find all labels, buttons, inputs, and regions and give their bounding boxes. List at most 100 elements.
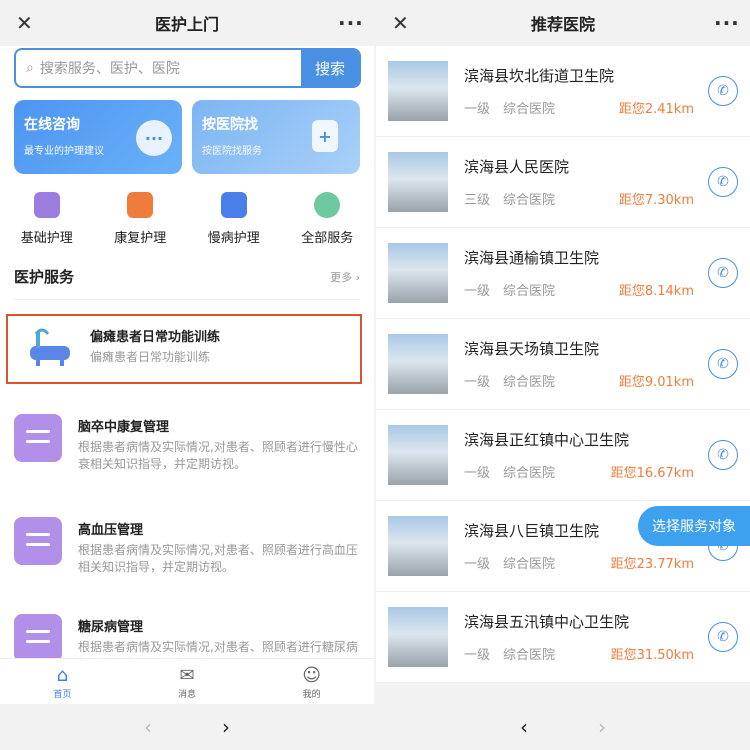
level-text: 一级 <box>464 466 491 481</box>
right-title-bar: ✕ 推荐医院 ··· <box>376 0 750 46</box>
select-service-target-button[interactable]: 选择服务对象 <box>638 506 750 546</box>
close-icon[interactable]: ✕ <box>392 11 412 35</box>
tab-home[interactable]: ⌂ 首页 <box>0 659 125 704</box>
level-text: 三级 <box>464 193 491 208</box>
mail-icon: ✉ <box>179 665 195 686</box>
type-text: 综合医院 <box>503 102 556 117</box>
more-options-icon[interactable]: ··· <box>714 11 739 35</box>
left-screen: ✕ 医护上门 ··· ⌕ 搜索服务、医护、医院 搜索 在线咨询 最专业的护理建议… <box>0 0 374 750</box>
type-text: 综合医院 <box>503 375 556 390</box>
hospital-row[interactable]: 滨海县正红镇中心卫生院 一级 综合医院 距您16.67km ✆ <box>376 410 750 501</box>
category-label: 慢病护理 <box>207 231 260 246</box>
hospital-row[interactable]: 滨海县通榆镇卫生院 一级 综合医院 距您8.14km ✆ <box>376 228 750 319</box>
all-services-icon <box>314 192 341 218</box>
search-icon: ⌕ <box>26 60 34 76</box>
phone-icon[interactable]: ✆ <box>708 76 738 106</box>
hospital-name: 滨海县五汛镇中心卫生院 <box>464 613 630 631</box>
browser-nav-bar: ‹ › <box>0 704 374 750</box>
phone-icon[interactable]: ✆ <box>708 167 738 197</box>
service-desc: 根据患者病情及实际情况,对患者、照顾者进行高血压相关知识指导，并定期访视。 <box>78 543 358 574</box>
hospital-row[interactable]: 滨海县坎北街道卫生院 一级 综合医院 距您2.41km ✆ <box>376 46 750 137</box>
service-item[interactable]: 高血压管理 根据患者病情及实际情况,对患者、照顾者进行高血压相关知识指导，并定期… <box>14 507 360 586</box>
chronic-care-icon <box>220 192 247 218</box>
hospital-photo <box>388 425 448 485</box>
section-title: 医护服务 <box>14 268 75 286</box>
hospital-level: 一级 综合医院 <box>464 98 555 117</box>
rehab-care-icon <box>127 192 154 218</box>
service-title: 糖尿病管理 <box>78 620 144 635</box>
hospital-photo <box>388 334 448 394</box>
online-consult-card[interactable]: 在线咨询 最专业的护理建议 ··· <box>14 100 182 174</box>
hospital-level: 三级 综合医院 <box>464 189 555 208</box>
find-by-hospital-card[interactable]: 按医院找 按医院找服务 + <box>192 100 360 174</box>
forward-arrow-icon[interactable]: › <box>598 715 606 739</box>
tab-profile[interactable]: ☺ 我的 <box>249 659 374 704</box>
basic-care-icon <box>33 192 60 218</box>
category-label: 康复护理 <box>114 231 167 246</box>
clipboard-icon <box>14 614 62 662</box>
search-button[interactable]: 搜索 <box>301 50 359 86</box>
tab-messages[interactable]: ✉ 消息 <box>125 659 250 704</box>
category-rehab-care[interactable]: 康复护理 <box>94 192 188 246</box>
tab-label: 我的 <box>302 690 321 700</box>
phone-icon[interactable]: ✆ <box>708 349 738 379</box>
hospital-level: 一级 综合医院 <box>464 553 555 572</box>
chat-bubble-icon: ··· <box>136 120 172 156</box>
service-item[interactable]: 脑卒中康复管理 根据患者病情及实际情况,对患者、照顾者进行慢性心衰相关知识指导，… <box>14 404 360 483</box>
type-text: 综合医院 <box>503 466 556 481</box>
phone-icon[interactable]: ✆ <box>708 622 738 652</box>
home-icon: ⌂ <box>56 665 69 686</box>
type-text: 综合医院 <box>503 648 556 663</box>
hospital-photo <box>388 243 448 303</box>
close-icon[interactable]: ✕ <box>16 11 36 35</box>
more-options-icon[interactable]: ··· <box>338 11 363 35</box>
browser-nav-bar: ‹ › <box>376 704 750 750</box>
hospital-name: 滨海县坎北街道卫生院 <box>464 67 615 85</box>
search-bar: ⌕ 搜索服务、医护、医院 搜索 <box>14 48 361 88</box>
hospital-row[interactable]: 滨海县天场镇卫生院 一级 综合医院 距您9.01km ✆ <box>376 319 750 410</box>
hospital-distance: 距您23.77km <box>610 557 694 572</box>
hospital-distance: 距您2.41km <box>618 102 694 117</box>
phone-icon[interactable]: ✆ <box>708 440 738 470</box>
user-icon: ☺ <box>302 665 322 686</box>
medical-kit-icon: + <box>312 120 338 152</box>
service-desc: 根据患者病情及实际情况,对患者、照顾者进行慢性心衰相关知识指导，并定期访视。 <box>78 440 358 471</box>
back-arrow-icon[interactable]: ‹ <box>144 715 152 739</box>
hospital-distance: 距您16.67km <box>610 466 694 481</box>
hospital-photo <box>388 516 448 576</box>
level-text: 一级 <box>464 557 491 572</box>
service-item-selected[interactable]: 偏瘫患者日常功能训练 偏瘫患者日常功能训练 <box>6 314 362 384</box>
level-text: 一级 <box>464 102 491 117</box>
hospital-distance: 距您8.14km <box>618 284 694 299</box>
hospital-distance: 距您9.01km <box>618 375 694 390</box>
forward-arrow-icon[interactable]: › <box>222 715 230 739</box>
hospital-level: 一级 综合医院 <box>464 462 555 481</box>
hospital-row[interactable]: 滨海县人民医院 三级 综合医院 距您7.30km ✆ <box>376 137 750 228</box>
type-text: 综合医院 <box>503 284 556 299</box>
hospital-distance: 距您31.50km <box>610 648 694 663</box>
hospital-distance: 距您7.30km <box>618 193 694 208</box>
divider <box>14 299 360 300</box>
hospital-photo <box>388 61 448 121</box>
category-label: 基础护理 <box>20 231 73 246</box>
hospital-photo <box>388 152 448 212</box>
service-title: 偏瘫患者日常功能训练 <box>90 330 221 345</box>
page-title: 医护上门 <box>154 15 219 34</box>
more-link[interactable]: 更多 › <box>330 269 360 285</box>
bathtub-icon <box>26 324 74 372</box>
section-header: 医护服务 更多 › <box>14 266 360 287</box>
left-title-bar: ✕ 医护上门 ··· <box>0 0 374 46</box>
search-input[interactable]: ⌕ 搜索服务、医护、医院 <box>16 50 301 86</box>
more-link-label: 更多 <box>330 270 353 284</box>
hospital-row[interactable]: 滨海县五汛镇中心卫生院 一级 综合医院 距您31.50km ✆ <box>376 592 750 683</box>
category-chronic-care[interactable]: 慢病护理 <box>187 192 281 246</box>
back-arrow-icon[interactable]: ‹ <box>520 715 528 739</box>
phone-icon[interactable]: ✆ <box>708 258 738 288</box>
category-all-services[interactable]: 全部服务 <box>281 192 375 246</box>
category-basic-care[interactable]: 基础护理 <box>0 192 94 246</box>
hospital-list: 滨海县坎北街道卫生院 一级 综合医院 距您2.41km ✆ 滨海县人民医院 三级 … <box>376 46 750 683</box>
bottom-tab-bar: ⌂ 首页 ✉ 消息 ☺ 我的 <box>0 658 374 704</box>
hospital-name: 滨海县通榆镇卫生院 <box>464 249 600 267</box>
level-text: 一级 <box>464 375 491 390</box>
clipboard-icon <box>14 517 62 565</box>
